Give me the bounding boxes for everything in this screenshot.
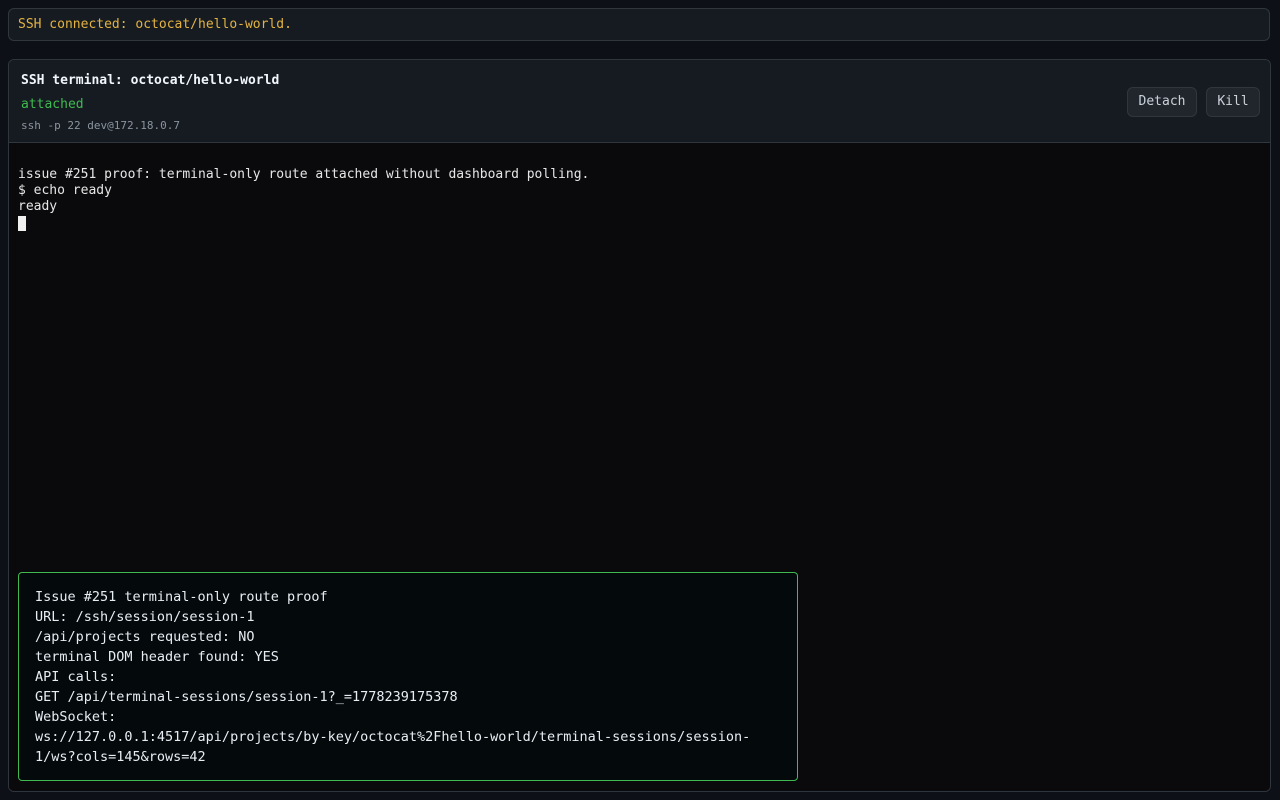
terminal-title: SSH terminal: octocat/hello-world <box>21 73 280 88</box>
connection-status: attached <box>21 97 84 112</box>
proof-api-calls-label: API calls: <box>35 669 117 685</box>
kill-button[interactable]: Kill <box>1206 87 1260 117</box>
terminal-line: $ echo ready <box>18 183 112 198</box>
detach-button[interactable]: Detach <box>1127 87 1197 117</box>
terminal-line: ready <box>18 199 58 214</box>
proof-api-call: GET /api/terminal-sessions/session-1?_=1… <box>35 689 458 705</box>
proof-dom-header: terminal DOM header found: YES <box>35 649 279 665</box>
ssh-command: ssh -p 22 dev@172.18.0.7 <box>21 119 180 132</box>
proof-websocket-url: ws://127.0.0.1:4517/api/projects/by-key/… <box>35 729 751 745</box>
terminal-line: issue #251 proof: terminal-only route at… <box>18 167 590 182</box>
proof-url: URL: /ssh/session/session-1 <box>35 609 255 625</box>
connection-banner: SSH connected: octocat/hello-world. <box>8 8 1270 41</box>
proof-websocket-url-cont: 1/ws?cols=145&rows=42 <box>35 749 206 765</box>
proof-websocket-label: WebSocket: <box>35 709 117 725</box>
proof-overlay: Issue #251 terminal-only route proof URL… <box>18 572 798 781</box>
terminal-header: SSH terminal: octocat/hello-world attach… <box>9 60 1270 143</box>
terminal-cursor <box>18 216 26 231</box>
proof-projects-requested: /api/projects requested: NO <box>35 629 255 645</box>
proof-title: Issue #251 terminal-only route proof <box>35 589 328 605</box>
